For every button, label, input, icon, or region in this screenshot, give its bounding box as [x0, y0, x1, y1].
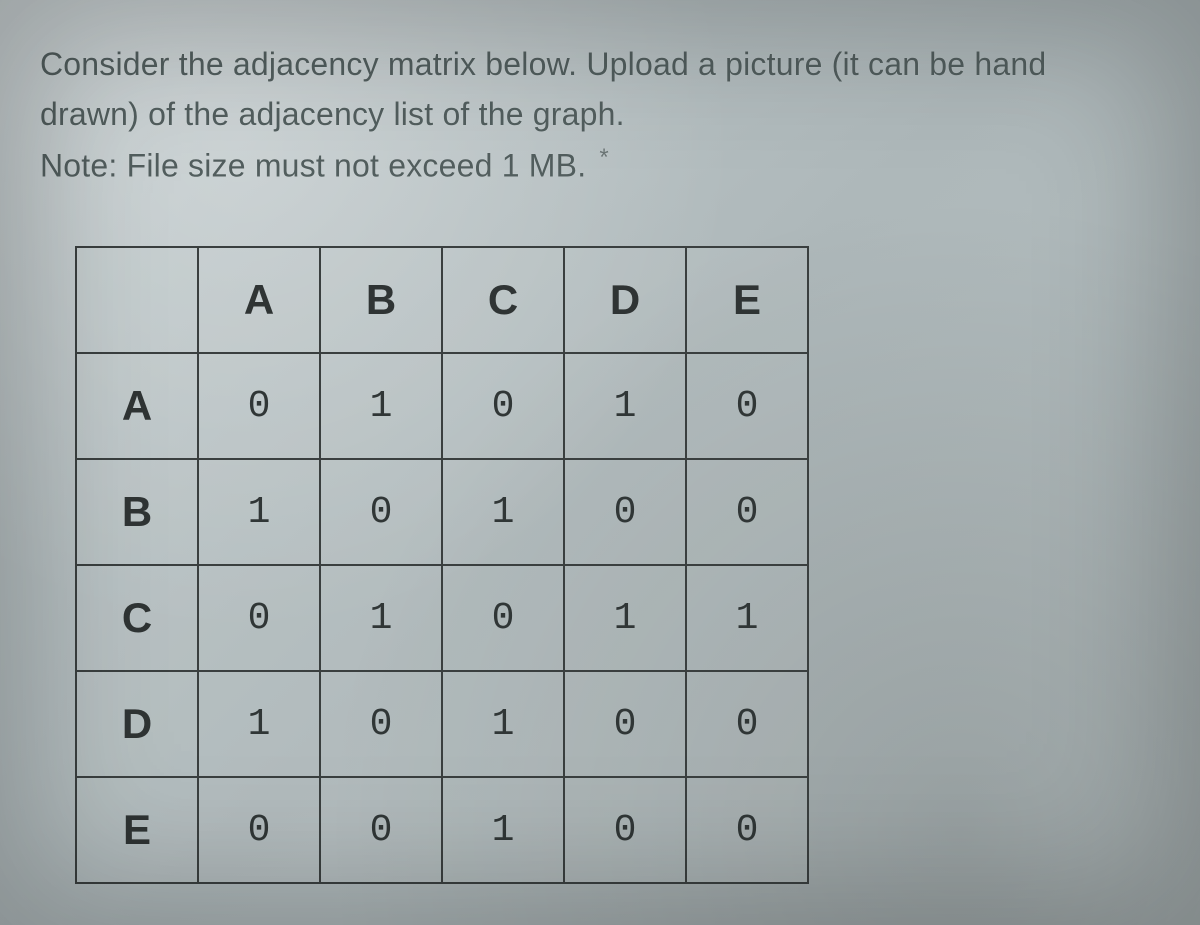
- table-row: D 1 0 1 0 0: [76, 671, 808, 777]
- col-header: A: [198, 247, 320, 353]
- adjacency-matrix-table: A B C D E A 0 1 0 1 0 B 1 0 1 0 0 C 0 1 …: [75, 246, 809, 884]
- matrix-cell: 1: [198, 671, 320, 777]
- question-prompt: Consider the adjacency matrix below. Upl…: [40, 40, 1160, 191]
- matrix-cell: 0: [198, 777, 320, 883]
- matrix-cell: 1: [564, 565, 686, 671]
- matrix-cell: 1: [198, 459, 320, 565]
- matrix-cell: 0: [442, 353, 564, 459]
- prompt-line-2: drawn) of the adjacency list of the grap…: [40, 96, 625, 132]
- matrix-cell: 1: [320, 353, 442, 459]
- matrix-cell: 0: [686, 777, 808, 883]
- matrix-cell: 0: [564, 671, 686, 777]
- matrix-cell: 1: [442, 777, 564, 883]
- required-asterisk: *: [599, 144, 609, 171]
- matrix-cell: 0: [320, 671, 442, 777]
- matrix-cell: 1: [686, 565, 808, 671]
- col-header: D: [564, 247, 686, 353]
- col-header: E: [686, 247, 808, 353]
- row-header: D: [76, 671, 198, 777]
- row-header: A: [76, 353, 198, 459]
- matrix-cell: 0: [564, 459, 686, 565]
- col-header: B: [320, 247, 442, 353]
- row-header: E: [76, 777, 198, 883]
- matrix-cell: 0: [198, 353, 320, 459]
- matrix-cell: 0: [320, 459, 442, 565]
- matrix-cell: 0: [564, 777, 686, 883]
- table-header-row: A B C D E: [76, 247, 808, 353]
- matrix-cell: 0: [320, 777, 442, 883]
- table-row: C 0 1 0 1 1: [76, 565, 808, 671]
- matrix-cell: 0: [442, 565, 564, 671]
- table-row: E 0 0 1 0 0: [76, 777, 808, 883]
- matrix-cell: 1: [442, 671, 564, 777]
- row-header: C: [76, 565, 198, 671]
- matrix-cell: 1: [320, 565, 442, 671]
- corner-cell: [76, 247, 198, 353]
- col-header: C: [442, 247, 564, 353]
- matrix-cell: 0: [686, 671, 808, 777]
- matrix-cell: 0: [198, 565, 320, 671]
- table-row: A 0 1 0 1 0: [76, 353, 808, 459]
- matrix-cell: 0: [686, 353, 808, 459]
- prompt-line-3: Note: File size must not exceed 1 MB.: [40, 148, 586, 184]
- prompt-line-1: Consider the adjacency matrix below. Upl…: [40, 46, 1046, 82]
- matrix-cell: 0: [686, 459, 808, 565]
- matrix-cell: 1: [564, 353, 686, 459]
- table-row: B 1 0 1 0 0: [76, 459, 808, 565]
- question-page: Consider the adjacency matrix below. Upl…: [0, 0, 1200, 925]
- matrix-cell: 1: [442, 459, 564, 565]
- row-header: B: [76, 459, 198, 565]
